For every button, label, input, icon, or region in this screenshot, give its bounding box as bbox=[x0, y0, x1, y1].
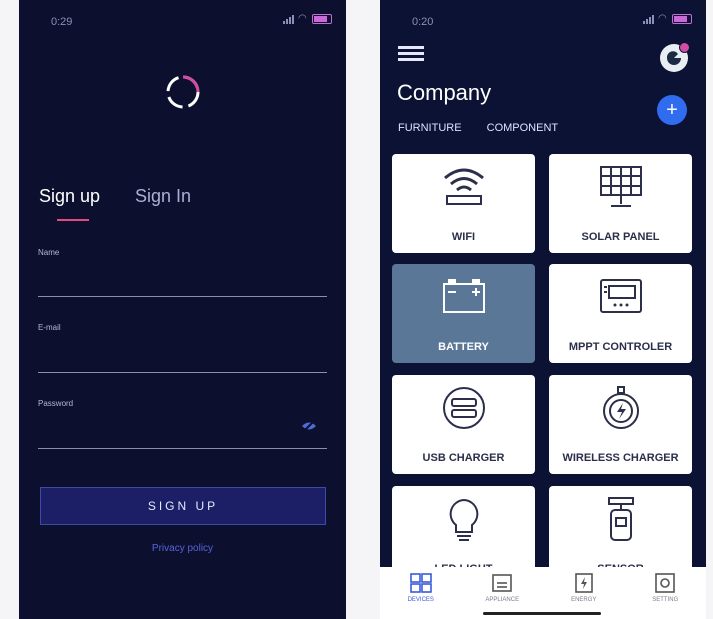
privacy-policy-link[interactable]: Privacy policy bbox=[19, 543, 346, 554]
solar-panel-icon bbox=[599, 166, 642, 207]
wifi-status-icon: ◠ bbox=[658, 13, 667, 24]
card-label: SOLAR PANEL bbox=[581, 231, 660, 243]
device-card-mppt-controller[interactable]: MPPT CONTROLER bbox=[549, 264, 692, 363]
bulb-icon bbox=[449, 498, 478, 541]
status-time: 0:29 bbox=[51, 16, 73, 28]
loading-spinner-icon bbox=[166, 75, 200, 109]
grid-icon bbox=[409, 573, 432, 593]
status-bar: 0:29 ◠ bbox=[19, 12, 346, 32]
notification-dot bbox=[679, 42, 690, 53]
hide-password-icon[interactable] bbox=[301, 419, 317, 436]
energy-icon bbox=[574, 573, 593, 593]
category-furniture[interactable]: FURNITURE bbox=[398, 122, 462, 134]
nav-label: DEVICES bbox=[407, 597, 434, 603]
card-label: WIFI bbox=[451, 231, 476, 243]
password-field[interactable]: Password bbox=[38, 399, 327, 449]
nav-setting[interactable]: SETTING bbox=[630, 573, 700, 603]
email-underline bbox=[38, 372, 327, 373]
device-card-usb-charger[interactable]: USB CHARGER bbox=[392, 375, 535, 474]
menu-icon[interactable] bbox=[398, 46, 424, 64]
usb-charger-icon bbox=[442, 387, 485, 429]
status-bar: 0:20 ◠ bbox=[380, 12, 706, 32]
signal-icon bbox=[283, 14, 294, 24]
nav-label: SETTING bbox=[652, 597, 679, 603]
battery-status-icon bbox=[312, 14, 332, 24]
nav-label: APPLIANCE bbox=[485, 597, 520, 603]
device-card-battery[interactable]: BATTERY bbox=[392, 264, 535, 363]
devices-screen: 0:20 ◠ Company + FURNITURE COMPONENT WIF… bbox=[380, 0, 706, 619]
signal-icon bbox=[643, 14, 654, 24]
nav-energy[interactable]: ENERGY bbox=[549, 573, 619, 603]
email-field[interactable]: E-mail bbox=[38, 323, 327, 373]
wifi-status-icon: ◠ bbox=[298, 13, 307, 24]
nav-label: ENERGY bbox=[571, 597, 597, 603]
password-label: Password bbox=[38, 399, 74, 408]
profile-avatar[interactable] bbox=[660, 42, 690, 72]
device-card-solar-panel[interactable]: SOLAR PANEL bbox=[549, 154, 692, 253]
wifi-icon bbox=[443, 168, 484, 205]
tab-sign-in[interactable]: Sign In bbox=[135, 186, 191, 207]
card-label: BATTERY bbox=[438, 341, 489, 353]
add-button[interactable]: + bbox=[657, 95, 687, 125]
nav-appliance[interactable]: APPLIANCE bbox=[467, 573, 537, 603]
name-underline bbox=[38, 296, 327, 297]
name-label: Name bbox=[38, 248, 60, 257]
nav-devices[interactable]: DEVICES bbox=[386, 573, 456, 603]
name-field[interactable]: Name bbox=[38, 248, 327, 297]
sign-up-button[interactable]: SIGN UP bbox=[40, 487, 326, 525]
device-card-wifi[interactable]: WIFI bbox=[392, 154, 535, 253]
status-time: 0:20 bbox=[412, 16, 434, 28]
card-label: USB CHARGER bbox=[422, 452, 505, 464]
card-label: WIRELESS CHARGER bbox=[562, 452, 679, 464]
battery-icon bbox=[442, 279, 485, 313]
tab-sign-up[interactable]: Sign up bbox=[39, 186, 100, 207]
active-tab-underline bbox=[57, 219, 89, 221]
wireless-charger-icon bbox=[602, 386, 639, 429]
device-card-wireless-charger[interactable]: WIRELESS CHARGER bbox=[549, 375, 692, 474]
controller-icon bbox=[599, 279, 642, 313]
appliance-icon bbox=[492, 574, 513, 592]
password-underline bbox=[38, 448, 327, 449]
home-indicator bbox=[483, 612, 601, 615]
category-tabs: FURNITURE COMPONENT bbox=[398, 122, 580, 134]
email-label: E-mail bbox=[38, 323, 61, 332]
setting-icon bbox=[655, 573, 676, 593]
card-label: MPPT CONTROLER bbox=[568, 341, 673, 353]
battery-status-icon bbox=[672, 14, 692, 24]
signup-screen: 0:29 ◠ Sign up Sign In Name E-mail Passw… bbox=[19, 0, 346, 619]
category-component[interactable]: COMPONENT bbox=[487, 122, 559, 134]
page-title: Company bbox=[397, 80, 492, 105]
sensor-icon bbox=[607, 497, 634, 541]
